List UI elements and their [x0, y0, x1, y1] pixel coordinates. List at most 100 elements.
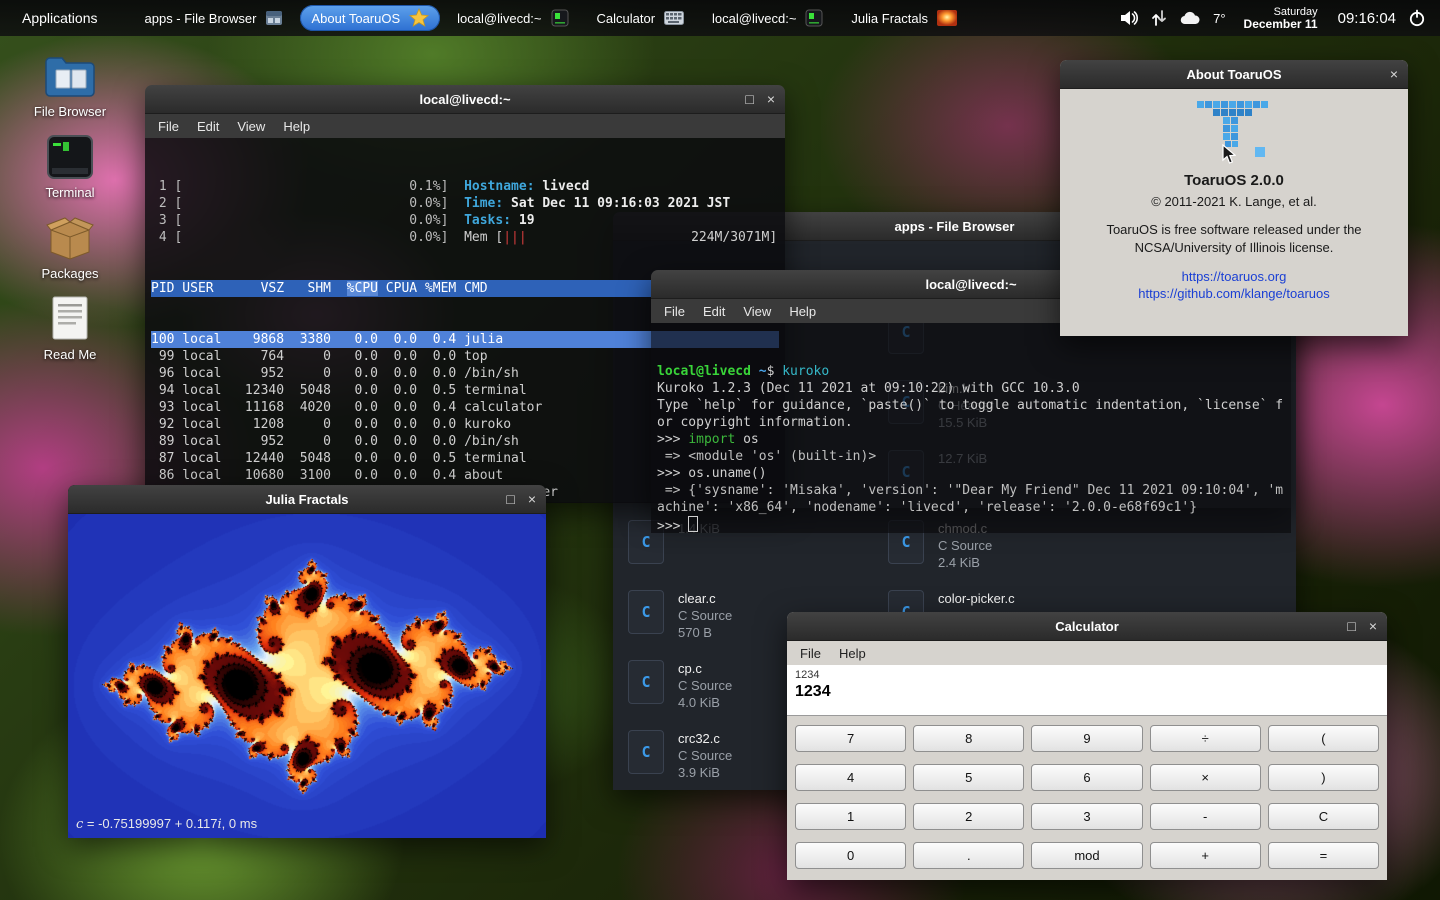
- window-julia-fractals: Julia Fractals □ × c = -0.75199997 + 0.1…: [68, 485, 546, 837]
- calc-button-0[interactable]: 0: [795, 842, 906, 869]
- weather-temperature: 7°: [1213, 11, 1225, 26]
- taskbar-button[interactable]: About ToaruOS: [300, 5, 440, 31]
- readme-icon: [24, 291, 116, 341]
- calc-button-multiply[interactable]: ×: [1150, 764, 1261, 791]
- terminal-titlebar[interactable]: local@livecd:~ □ ×: [145, 85, 785, 114]
- calculator-icon: [664, 11, 684, 25]
- fractal-status: c = -0.75199997 + 0.117i, 0 ms: [76, 816, 257, 832]
- calc-button-7[interactable]: 7: [795, 725, 906, 752]
- about-copyright: © 2011-2021 K. Lange, et al.: [1060, 194, 1408, 209]
- menu-item-help[interactable]: Help: [274, 117, 319, 136]
- julia-title: Julia Fractals: [265, 492, 348, 507]
- terminal-line: => {'sysname': 'Misaka', 'version': '"De…: [657, 482, 1291, 499]
- calc-button-open-paren[interactable]: (: [1268, 725, 1379, 752]
- power-icon[interactable]: [1408, 9, 1426, 27]
- menu-item-file[interactable]: File: [149, 117, 188, 136]
- desktop-icon-file-browser[interactable]: File Browser: [24, 48, 116, 128]
- calc-button-9[interactable]: 9: [1031, 725, 1142, 752]
- calc-button-5[interactable]: 5: [913, 764, 1024, 791]
- terminal-line: achine': 'x86_64', 'nodename': 'livecd',…: [657, 499, 1291, 516]
- maximize-icon[interactable]: □: [506, 491, 514, 507]
- applications-menu[interactable]: Applications: [0, 10, 120, 26]
- fractal-canvas[interactable]: [68, 514, 546, 838]
- c-file-icon: C: [628, 660, 664, 704]
- terminal-line: Kuroko 1.2.3 (Dec 11 2021 at 09:10:22) w…: [657, 380, 1291, 397]
- menu-item-edit[interactable]: Edit: [188, 117, 228, 136]
- panel-date: Saturday December 11: [1244, 6, 1318, 30]
- menu-item-help[interactable]: Help: [780, 302, 825, 321]
- close-icon[interactable]: ×: [528, 491, 536, 507]
- menu-item-view[interactable]: View: [734, 302, 780, 321]
- calculator-title: Calculator: [1055, 619, 1119, 634]
- calc-button-plus[interactable]: +: [1150, 842, 1261, 869]
- calc-button-4[interactable]: 4: [795, 764, 906, 791]
- terminal-menubar: FileEditViewHelp: [145, 114, 785, 138]
- calc-button-8[interactable]: 8: [913, 725, 1024, 752]
- menu-item-file[interactable]: File: [655, 302, 694, 321]
- maximize-icon[interactable]: □: [1347, 618, 1355, 634]
- about-license: ToaruOS is free software released under …: [1060, 221, 1408, 257]
- calc-button-3[interactable]: 3: [1031, 803, 1142, 830]
- link-toaruos-org[interactable]: https://toaruos.org: [1060, 269, 1408, 284]
- calc-button-minus[interactable]: -: [1150, 803, 1261, 830]
- link-github[interactable]: https://github.com/klange/toaruos: [1060, 286, 1408, 301]
- terminal-icon: [24, 129, 116, 179]
- c-file-icon: C: [628, 590, 664, 634]
- terminal-line: or copyright information.: [657, 414, 1291, 431]
- menu-item-help[interactable]: Help: [830, 644, 875, 663]
- weather-icon[interactable]: [1179, 10, 1201, 26]
- terminal-title: local@livecd:~: [925, 277, 1016, 292]
- taskbar-button[interactable]: Calculator: [586, 5, 696, 31]
- julia-titlebar[interactable]: Julia Fractals □ ×: [68, 485, 546, 514]
- cpu-meter-line: 3 [ 0.0%] Tasks: 19: [151, 212, 785, 229]
- terminal-icon: [805, 9, 823, 27]
- calc-button-close-paren[interactable]: ): [1268, 764, 1379, 791]
- calc-button-dot[interactable]: .: [913, 842, 1024, 869]
- close-icon[interactable]: ×: [1390, 66, 1398, 82]
- calc-button-2[interactable]: 2: [913, 803, 1024, 830]
- maximize-icon[interactable]: □: [745, 91, 753, 107]
- taskbar-button[interactable]: apps - File Browser: [134, 5, 295, 31]
- volume-icon[interactable]: [1119, 9, 1139, 27]
- calculator-history: 1234: [795, 669, 1379, 681]
- menu-item-view[interactable]: View: [228, 117, 274, 136]
- calc-button-1[interactable]: 1: [795, 803, 906, 830]
- menu-item-file[interactable]: File: [791, 644, 830, 663]
- file-browser-icon: [24, 48, 116, 98]
- calculator-titlebar[interactable]: Calculator □ ×: [787, 612, 1387, 641]
- calc-button-6[interactable]: 6: [1031, 764, 1142, 791]
- cpu-meter-line: 1 [ 0.1%] Hostname: livecd: [151, 178, 785, 195]
- window-list: apps - File BrowserAbout ToaruOSlocal@li…: [134, 5, 969, 31]
- about-titlebar[interactable]: About ToaruOS ×: [1060, 60, 1408, 89]
- packages-icon: [24, 210, 116, 260]
- calculator-display: 1234 1234: [787, 665, 1387, 716]
- calc-button-divide[interactable]: ÷: [1150, 725, 1261, 752]
- network-icon[interactable]: [1151, 9, 1167, 27]
- calc-button-clear[interactable]: C: [1268, 803, 1379, 830]
- calculator-keypad: 789 ÷ (456 ×) 123-C 0. mod + =: [795, 725, 1379, 869]
- terminal-line: >>>: [657, 516, 1291, 533]
- menu-item-edit[interactable]: Edit: [694, 302, 734, 321]
- panel-clock: 09:16:04: [1338, 10, 1396, 27]
- desktop-icon-readme[interactable]: Read Me: [24, 291, 116, 371]
- cpu-meter-line: 4 [ 0.0%] Mem [||| 224M/3071M]: [151, 229, 785, 246]
- top-panel: Applications apps - File BrowserAbout To…: [0, 0, 1440, 36]
- window-calculator: Calculator □ × FileHelp 1234 1234 789 ÷ (4…: [787, 612, 1387, 880]
- terminal-line: => <module 'os' (built-in)>: [657, 448, 1291, 465]
- terminal-icon: [551, 9, 569, 27]
- cpu-meters: 1 [ 0.1%] Hostname: livecd 2 [ 0.0%] Tim…: [151, 178, 785, 246]
- text-cursor: [688, 516, 698, 532]
- close-icon[interactable]: ×: [767, 91, 775, 107]
- close-icon[interactable]: ×: [1369, 618, 1377, 634]
- terminal-title: local@livecd:~: [419, 92, 510, 107]
- taskbar-button[interactable]: local@livecd:~: [701, 5, 834, 31]
- taskbar-button[interactable]: local@livecd:~: [446, 5, 579, 31]
- terminal-line: Type `help` for guidance, `paste()` to t…: [657, 397, 1291, 414]
- taskbar-button[interactable]: Julia Fractals: [840, 5, 968, 31]
- terminal-screen-kuroko[interactable]: local@livecd ~$ kurokoKuroko 1.2.3 (Dec …: [651, 323, 1291, 533]
- calc-button-equals[interactable]: =: [1268, 842, 1379, 869]
- terminal-line: >>> import os: [657, 431, 1291, 448]
- desktop-icon-packages[interactable]: Packages: [24, 210, 116, 290]
- desktop-icon-terminal[interactable]: Terminal: [24, 129, 116, 209]
- calc-button-mod[interactable]: mod: [1031, 842, 1142, 869]
